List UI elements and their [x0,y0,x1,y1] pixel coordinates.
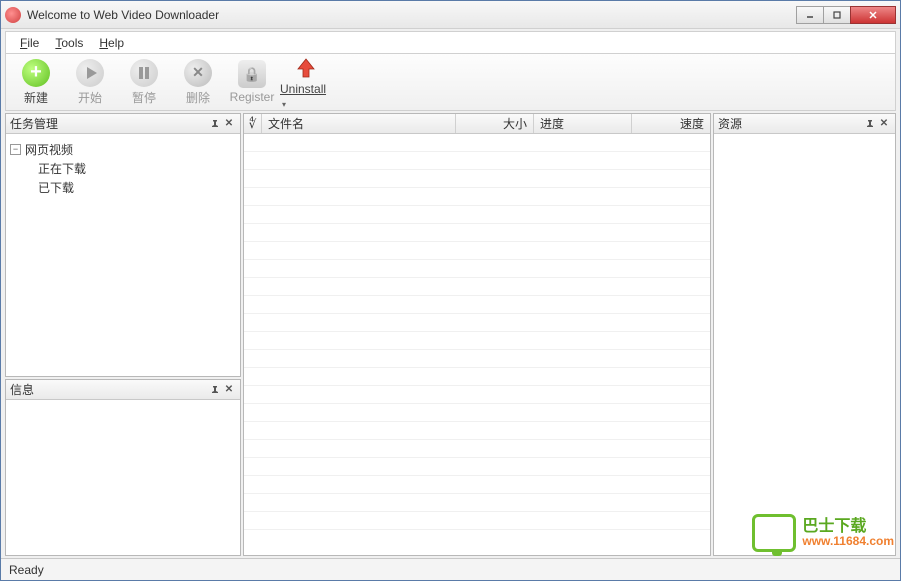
window-title: Welcome to Web Video Downloader [27,8,797,22]
table-row [244,386,710,404]
close-button[interactable] [850,6,896,24]
collapse-icon[interactable]: − [10,144,21,155]
table-row [244,332,710,350]
info-panel-header[interactable]: 信息 [6,380,240,400]
close-panel-icon[interactable] [222,117,236,131]
menubar: File Tools Help [5,31,896,53]
table-row [244,242,710,260]
info-panel-body [6,400,240,555]
table-row [244,152,710,170]
table-row [244,494,710,512]
pause-button[interactable]: 暂停 [118,56,170,108]
pin-icon[interactable] [208,383,222,397]
app-icon [5,7,21,23]
resources-panel-body [714,134,895,555]
task-tree: − 网页视频 正在下载 已下载 [6,134,240,203]
table-row [244,260,710,278]
resources-panel-title: 资源 [718,115,863,132]
info-panel: 信息 [5,379,241,556]
table-row [244,206,710,224]
col-handle[interactable]: ∜ [244,114,262,133]
maximize-button[interactable] [823,6,851,24]
start-button[interactable]: 开始 [64,56,116,108]
minimize-button[interactable] [796,6,824,24]
titlebar[interactable]: Welcome to Web Video Downloader [1,1,900,29]
app-window: Welcome to Web Video Downloader File Too… [0,0,901,581]
center-column: ∜ 文件名 大小 进度 速度 [243,113,711,556]
task-panel-header[interactable]: 任务管理 [6,114,240,134]
table-row [244,368,710,386]
tree-node-downloaded[interactable]: 已下载 [38,178,236,197]
plus-icon [22,59,50,87]
menu-tools[interactable]: Tools [47,34,91,52]
delete-icon [184,59,212,87]
list-body[interactable] [244,134,710,555]
table-row [244,458,710,476]
table-row [244,224,710,242]
chevron-down-icon: ▾ [282,100,286,109]
col-speed[interactable]: 速度 [632,114,710,133]
pause-icon [130,59,158,87]
table-row [244,134,710,152]
arrow-up-icon [292,54,320,82]
status-text: Ready [9,563,44,577]
left-column: 任务管理 − 网页视频 正在下载 [5,113,241,556]
col-progress[interactable]: 进度 [534,114,632,133]
col-filename[interactable]: 文件名 [262,114,456,133]
resources-panel: 资源 [713,113,896,556]
table-row [244,404,710,422]
pin-icon[interactable] [863,117,877,131]
play-icon [76,59,104,87]
col-size[interactable]: 大小 [456,114,534,133]
uninstall-button[interactable]: Uninstall ▾ [280,56,332,108]
menu-help[interactable]: Help [91,34,132,52]
table-row [244,296,710,314]
table-row [244,314,710,332]
table-row [244,350,710,368]
content-area: 任务管理 − 网页视频 正在下载 [5,113,896,556]
resources-panel-header[interactable]: 资源 [714,114,895,134]
close-panel-icon[interactable] [877,117,891,131]
tree-root-node[interactable]: − 网页视频 [10,140,236,159]
lock-icon [238,60,266,88]
toolbar: 新建 开始 暂停 删除 Register Uninstall ▾ [5,53,896,111]
table-row [244,512,710,530]
new-button[interactable]: 新建 [10,56,62,108]
info-panel-title: 信息 [10,381,208,398]
tree-node-downloading[interactable]: 正在下载 [38,159,236,178]
task-panel-body: − 网页视频 正在下载 已下载 [6,134,240,376]
table-row [244,440,710,458]
table-row [244,476,710,494]
table-row [244,188,710,206]
task-management-panel: 任务管理 − 网页视频 正在下载 [5,113,241,377]
window-buttons [797,6,896,24]
table-row [244,278,710,296]
statusbar: Ready [1,558,900,580]
register-button[interactable]: Register [226,56,278,108]
list-header: ∜ 文件名 大小 进度 速度 [244,114,710,134]
table-row [244,422,710,440]
pin-icon[interactable] [208,117,222,131]
delete-button[interactable]: 删除 [172,56,224,108]
table-row [244,170,710,188]
download-list-panel: ∜ 文件名 大小 进度 速度 [243,113,711,556]
menu-file[interactable]: File [12,34,47,52]
right-column: 资源 [713,113,896,556]
task-panel-title: 任务管理 [10,115,208,132]
close-panel-icon[interactable] [222,383,236,397]
